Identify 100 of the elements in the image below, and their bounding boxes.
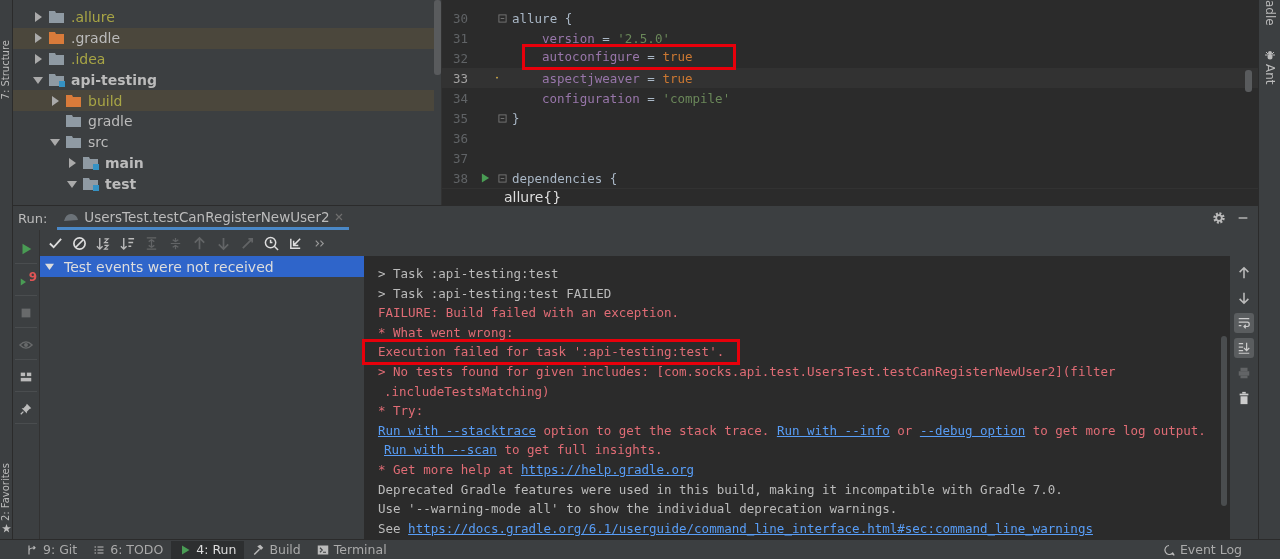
run-panel-title: Run: (18, 210, 48, 226)
code-line: configuration = 'compile' (541, 90, 731, 106)
tree-item-label: build (88, 92, 123, 109)
code-line: aspectjweaver = true (541, 70, 693, 86)
clock-search-icon[interactable] (264, 235, 279, 251)
folder-icon (49, 52, 65, 66)
code-line: dependencies { (512, 170, 618, 186)
line-number: 30 (451, 10, 468, 26)
tree-item[interactable]: test (13, 173, 434, 195)
fold-marker-icon[interactable] (498, 173, 507, 183)
console-line: FAILURE: Build failed with an exception. (378, 304, 680, 323)
failed-count-label: 9 (28, 270, 37, 284)
line-number: 34 (451, 90, 468, 106)
tree-item-label: gradle (88, 113, 133, 130)
settings-icon[interactable] (1212, 211, 1226, 225)
console-line: > No tests found for given includes: [com.socks.api.test.UsersTest.testCanRegisterNewUser2](filter (378, 363, 1116, 381)
line-number: 37 (451, 150, 468, 166)
breadcrumb[interactable]: allure{} (504, 189, 562, 205)
folder-icon (83, 155, 99, 170)
run-tab[interactable]: UsersTest.testCanRegisterNewUser2 (57, 206, 349, 230)
expand-arrow-icon[interactable] (50, 137, 60, 148)
expand-arrow-icon[interactable] (33, 12, 43, 23)
folder-icon (49, 31, 65, 46)
line-number: 38 (451, 170, 468, 186)
console-line: * Try: (378, 402, 424, 421)
console-line: See https://docs.gradle.org/6.1/userguide/command_line_interface.html#sec:command_line_warnings (378, 519, 1093, 538)
code-line: version = '2.5.0' (541, 30, 670, 46)
tree-item[interactable]: main (13, 152, 434, 174)
tree-item-label: src (88, 134, 109, 151)
expand-arrow-icon[interactable] (67, 157, 77, 168)
line-number: 31 (451, 30, 468, 46)
tool-window-tab[interactable]: 9: Git (18, 540, 86, 559)
console-line: Run with --scan to get full insights. (383, 441, 663, 460)
scrollbar-thumb[interactable] (434, 0, 441, 75)
console-line: Use '--warning-mode all' to show the individual deprecation warnings. (378, 500, 898, 519)
tree-item[interactable]: api-testing (13, 69, 434, 91)
star-icon (1, 524, 11, 534)
terminal-icon (316, 543, 329, 556)
fold-marker-icon[interactable] (498, 113, 507, 123)
tree-item-label: main (105, 154, 144, 171)
scrollbar-thumb[interactable] (1245, 70, 1252, 92)
tool-window-tab[interactable]: 6: TODO (85, 540, 172, 559)
hammer-icon (252, 543, 265, 556)
branch-icon (26, 543, 38, 556)
fold-marker-icon[interactable] (498, 13, 507, 23)
folder-icon (49, 72, 65, 87)
tool-window-tab[interactable]: Build (244, 540, 309, 559)
favorites-tool-tab[interactable]: 2: Favorites (0, 462, 12, 522)
checkmark-icon[interactable] (48, 235, 63, 251)
tree-item-label: .idea (71, 51, 106, 67)
pin-icon[interactable] (19, 401, 33, 416)
import-icon[interactable] (288, 235, 303, 251)
console-line: Run with --stacktrace option to get the stack trace. Run with --info or --debug option to get more log output. (378, 421, 1206, 440)
gradle-tool-tab[interactable]: adle (1262, 0, 1277, 26)
line-number: 35 (451, 110, 468, 126)
ant-icon (1264, 49, 1275, 60)
cancel-icon[interactable] (72, 235, 87, 251)
scrollbar-thumb[interactable] (1221, 336, 1227, 506)
run-gutter-icon[interactable] (480, 173, 490, 183)
expand-arrow-icon[interactable] (33, 54, 43, 64)
tree-item[interactable]: .gradle (13, 27, 434, 49)
console-link[interactable]: Run with --info (776, 422, 890, 438)
expand-arrow-icon[interactable] (33, 33, 43, 44)
event-log-tab[interactable]: Event Log (1154, 540, 1250, 559)
tree-item[interactable]: .idea (13, 48, 434, 70)
soft-wrap-icon[interactable] (1234, 313, 1254, 333)
console-line: Deprecated Gradle features were used in this build, making it incompatible with Gradle 7.0. (378, 480, 1063, 499)
expand-arrow-icon[interactable] (67, 178, 77, 189)
tree-item[interactable]: gradle (13, 111, 434, 132)
folder-icon (83, 176, 99, 191)
expand-arrow-icon[interactable] (50, 95, 60, 106)
tree-item[interactable]: .allure (13, 7, 434, 28)
structure-tool-tab[interactable]: 7: Structure (0, 40, 12, 100)
run-icon (179, 543, 192, 556)
console-line: .includeTestsMatching) (383, 382, 550, 401)
scroll-to-end-icon[interactable] (1234, 338, 1254, 358)
tool-window-tab[interactable]: Terminal (308, 540, 395, 559)
sort-duration-icon[interactable] (120, 235, 135, 251)
console-line: > Task :api-testing:test (378, 265, 559, 283)
code-line: } (512, 110, 520, 126)
tool-window-tab[interactable]: 4: Run (171, 540, 245, 559)
tree-item-label: api-testing (71, 71, 158, 88)
expand-arrow-icon[interactable] (45, 262, 54, 271)
expand-arrow-icon[interactable] (33, 74, 43, 85)
tree-item[interactable]: build (13, 90, 434, 111)
test-tree-item[interactable]: Test events were not received (40, 256, 364, 277)
console-link[interactable]: Run with --scan (384, 442, 497, 458)
console-link[interactable]: https://help.gradle.org (521, 461, 695, 477)
sort-alphabetical-icon[interactable] (96, 235, 111, 251)
line-number: 33 (451, 70, 468, 86)
ant-tool-tab[interactable]: Ant (1262, 63, 1277, 85)
console-line: > Task :api-testing:test FAILED (378, 284, 612, 303)
tree-item-label: .allure (71, 9, 115, 26)
console-link[interactable]: https://docs.gradle.org/6.1/userguide/command_line_interface.html#sec:command_line_warnings (408, 520, 1093, 536)
folder-icon (66, 93, 82, 108)
console-link[interactable]: --debug option (919, 422, 1026, 438)
console-link[interactable]: Run with --stacktrace (378, 422, 537, 438)
tree-item[interactable]: src (13, 131, 434, 153)
list-icon (93, 543, 106, 556)
console-line: * What went wrong: (378, 323, 514, 342)
